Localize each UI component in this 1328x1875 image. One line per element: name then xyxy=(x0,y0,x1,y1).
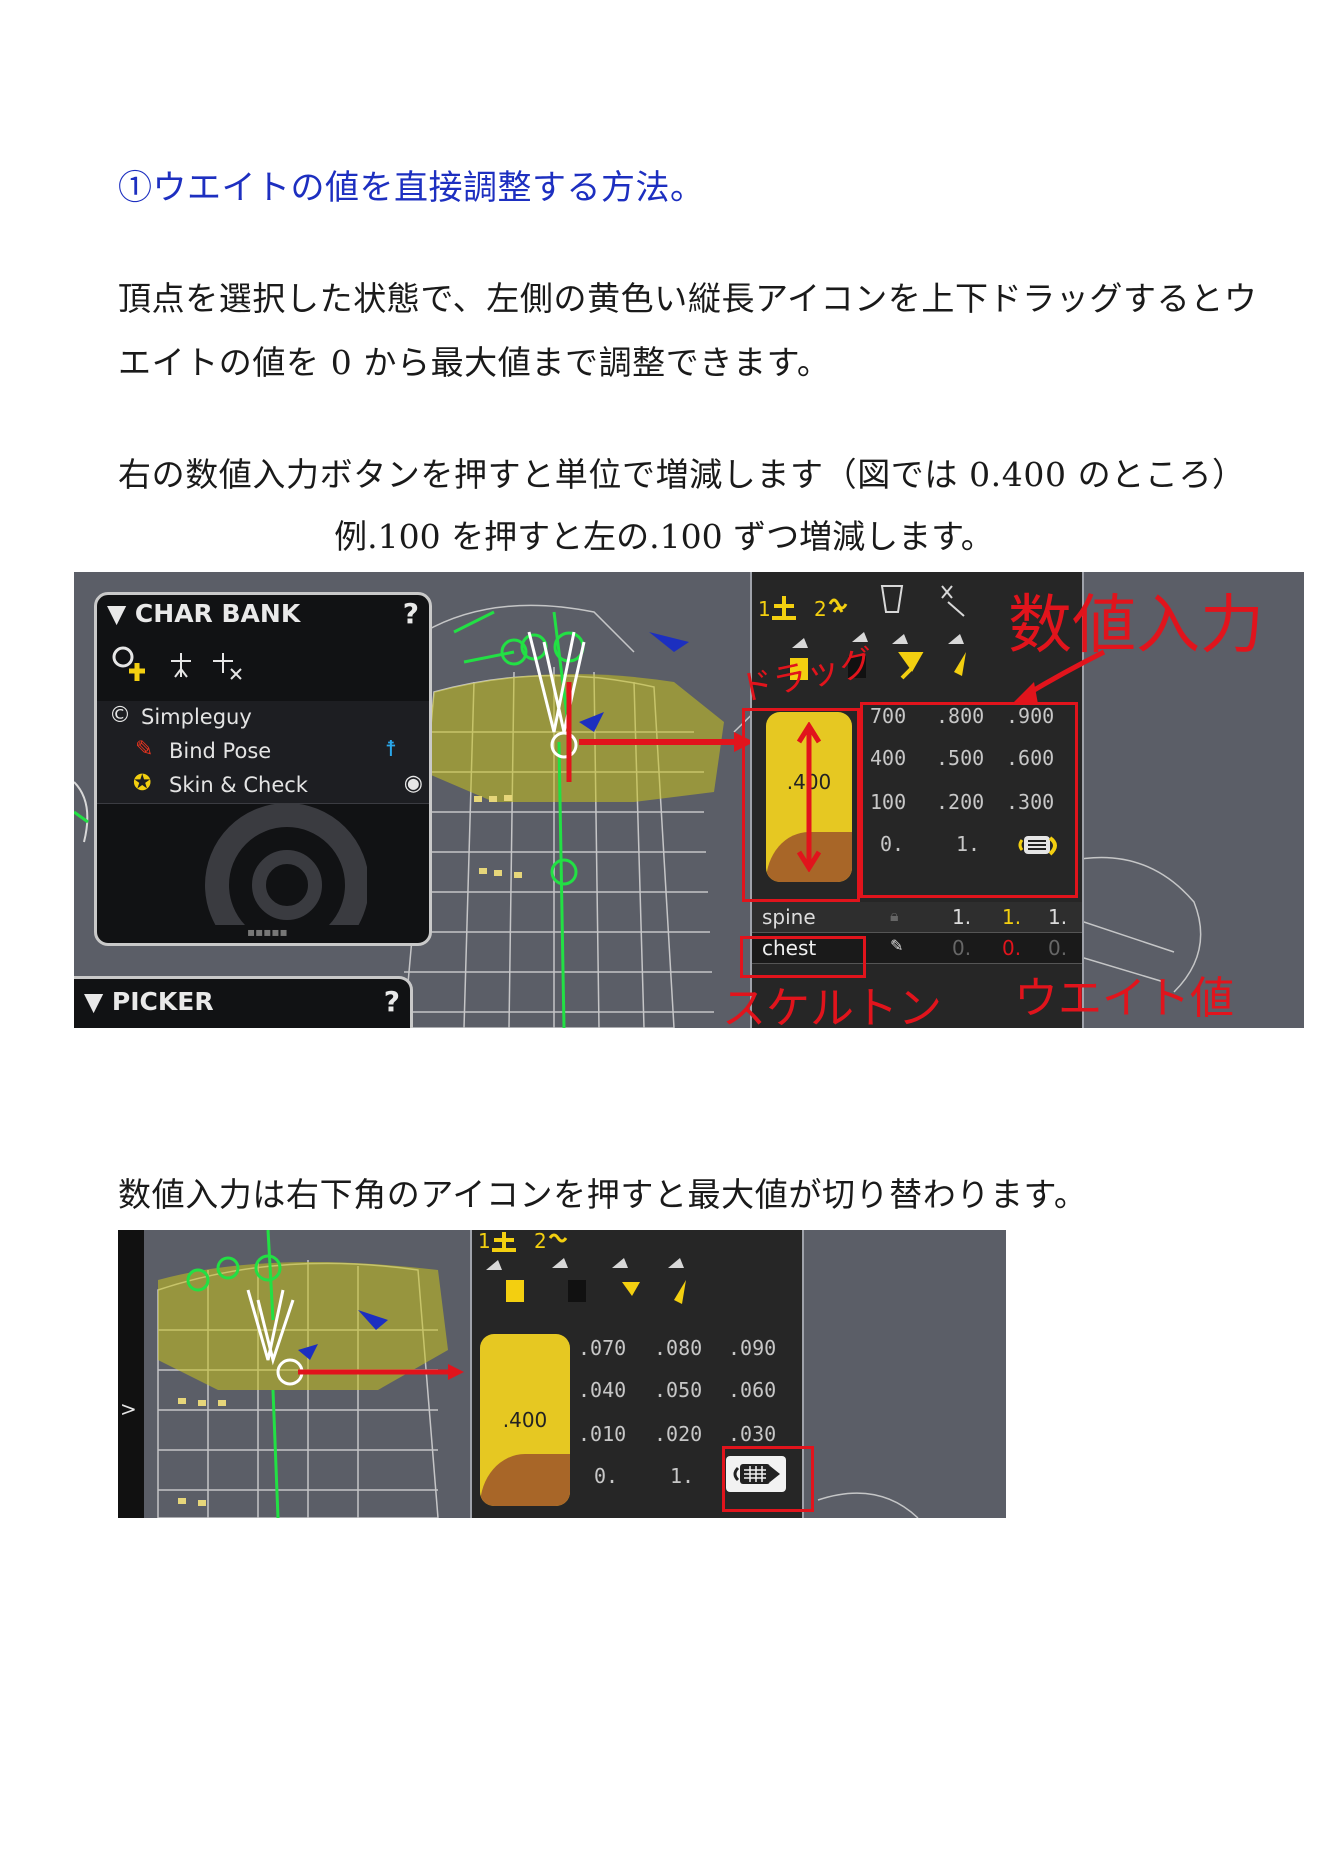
paragraph-2-line-1: 右の数値入力ボタンを押すと単位で増減します（図では 0.400 のところ） xyxy=(118,455,1246,494)
char-bank-panel: ▼ CHAR BANK ? © Simpleguy ✎ Bind Pose ☨ … xyxy=(94,592,432,946)
section-heading: ①ウエイトの値を直接調整する方法。 xyxy=(118,168,705,208)
screenshot-max-value-toggle: > 1 2 .400 .070 .080 .090 .040 .050 .060… xyxy=(118,1230,1006,1518)
paragraph-1-line-1: 頂点を選択した状態で、左側の黄色い縦長アイコンを上下ドラッグするとウ xyxy=(118,279,1258,318)
char-bank-list: © Simpleguy ✎ Bind Pose ☨ ✪ Skin & Check… xyxy=(97,701,429,804)
num-button[interactable]: .080 xyxy=(654,1336,702,1360)
num-button[interactable]: .050 xyxy=(654,1378,702,1402)
paste-weights-icon[interactable] xyxy=(552,1258,586,1302)
brush-weights-icon[interactable] xyxy=(948,634,966,676)
picker-panel: ▼ PICKER ? xyxy=(74,976,413,1028)
picker-help-icon[interactable]: ? xyxy=(384,985,400,1018)
annotation-skeleton: スケルトン xyxy=(722,983,942,1028)
drag-highlight-box xyxy=(742,708,860,902)
char-bank-item-label: Simpleguy xyxy=(141,705,252,729)
paragraph-3: 数値入力は右下角のアイコンを押すと最大値が切り替わります。 xyxy=(118,1175,1088,1214)
annotation-pointer-arrow xyxy=(1014,649,1106,704)
skin-tool-icons-2: 1 2 xyxy=(478,1230,686,1304)
toggle-icon-highlight-box xyxy=(722,1446,814,1512)
num-button[interactable]: 1. xyxy=(670,1464,694,1488)
num-button[interactable]: .030 xyxy=(728,1422,776,1446)
weight-value[interactable]: 1. xyxy=(952,905,971,929)
bone-icon: ✎ xyxy=(135,737,154,762)
mode-1-add-icon[interactable]: 1 xyxy=(758,596,796,621)
paragraph-2-line-2: 例.100 を押すと左の.100 ずつ増減します。 xyxy=(334,517,994,556)
slider-fill xyxy=(480,1454,570,1506)
brush-weights-icon[interactable] xyxy=(668,1258,686,1304)
char-bank-item-simpleguy[interactable]: © Simpleguy xyxy=(97,701,429,736)
annotation-weight-value: ウエイト値 xyxy=(1014,973,1234,1024)
character-c-icon: © xyxy=(109,703,131,728)
svg-text:>: > xyxy=(120,1397,137,1421)
weight-value[interactable]: 0. xyxy=(1048,936,1067,960)
slider-value: .400 xyxy=(502,1408,548,1432)
mode-2-smooth-icon[interactable]: 2 xyxy=(534,1230,568,1253)
character-pose-icon[interactable] xyxy=(171,653,191,678)
svg-text:2: 2 xyxy=(814,597,827,621)
num-button[interactable]: 0. xyxy=(594,1464,618,1488)
num-button[interactable]: .040 xyxy=(578,1378,626,1402)
svg-text:2: 2 xyxy=(534,1230,547,1253)
weight-row-spine[interactable]: spine 🔒︎ 1. 1. 1. xyxy=(752,902,1082,933)
num-button[interactable]: .010 xyxy=(578,1422,626,1446)
mode-2-smooth-icon[interactable]: 2 xyxy=(814,597,848,621)
numeric-input-highlight-box xyxy=(860,702,1078,898)
char-bank-item-label: Skin & Check xyxy=(169,773,308,797)
char-bank-toolbar xyxy=(105,643,405,687)
paint-brush-icon[interactable]: ✎ xyxy=(890,936,903,955)
svg-text:1: 1 xyxy=(758,597,771,621)
remove-character-icon[interactable] xyxy=(213,653,242,680)
char-bank-help-icon[interactable]: ? xyxy=(403,597,419,630)
hammer-weights-icon[interactable] xyxy=(612,1258,640,1296)
hammer-weights-icon[interactable] xyxy=(892,634,924,680)
weight-value[interactable]: 1. xyxy=(1048,905,1067,929)
weight-drag-slider[interactable]: .400 xyxy=(480,1334,570,1506)
num-button[interactable]: .090 xyxy=(728,1336,776,1360)
screenshot-weight-editor: ▼ CHAR BANK ? © Simpleguy ✎ Bind Pose ☨ … xyxy=(74,572,1304,1028)
char-bank-item-label: Bind Pose xyxy=(169,739,272,763)
paragraph-1-line-2: エイトの値を 0 から最大値まで調整できます。 xyxy=(118,343,831,382)
char-bank-watermark-logo xyxy=(205,803,367,925)
bone-name: spine xyxy=(762,905,816,929)
mirror-weights-icon[interactable] xyxy=(880,585,904,613)
char-bank-item-bind-pose[interactable]: ✎ Bind Pose ☨ xyxy=(97,735,429,770)
skin-check-icon: ✪ xyxy=(133,771,152,796)
mode-1-add-icon[interactable]: 1 xyxy=(478,1230,516,1253)
eye-icon[interactable]: ◉ xyxy=(404,771,423,796)
bind-pose-figure-icon[interactable]: ☨ xyxy=(385,737,397,762)
char-bank-toolbar-icons xyxy=(112,646,242,681)
lock-icon[interactable]: 🔒︎ xyxy=(890,906,899,926)
char-bank-title[interactable]: ▼ CHAR BANK xyxy=(107,599,300,628)
weight-value[interactable]: 1. xyxy=(1002,905,1021,929)
num-button[interactable]: .070 xyxy=(578,1336,626,1360)
copy-weights-icon[interactable] xyxy=(486,1260,524,1302)
picker-title[interactable]: ▼ PICKER xyxy=(84,987,214,1016)
num-button[interactable]: .060 xyxy=(728,1378,776,1402)
svg-text:1: 1 xyxy=(478,1230,491,1253)
panel-resize-handle[interactable]: ▪▪▪▪▪ xyxy=(247,925,288,939)
weight-value[interactable]: 0. xyxy=(1002,936,1021,960)
remove-influence-icon[interactable] xyxy=(941,585,965,617)
add-character-icon[interactable] xyxy=(112,646,145,681)
weight-value[interactable]: 0. xyxy=(952,936,971,960)
num-button[interactable]: .020 xyxy=(654,1422,702,1446)
